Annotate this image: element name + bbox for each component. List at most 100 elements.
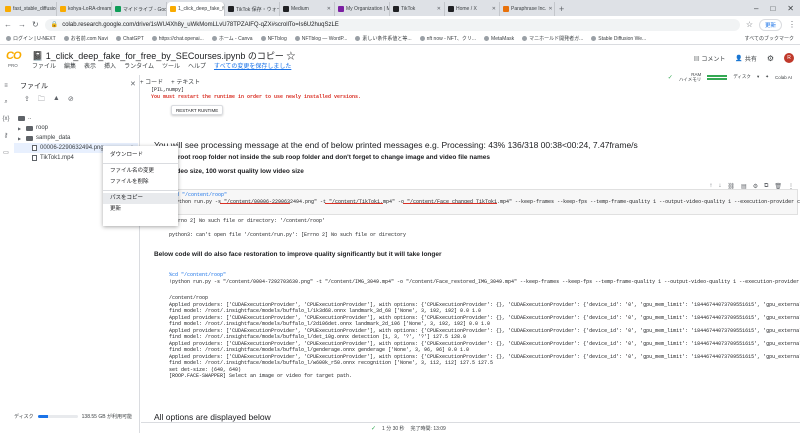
menu-item[interactable]: ランタイム: [124, 61, 154, 70]
key-icon[interactable]: ⚷: [4, 132, 8, 139]
tab-close-icon[interactable]: ✕: [437, 6, 441, 12]
settings-icon[interactable]: ⚙: [753, 183, 758, 190]
browser-tab[interactable]: fast_stable_diffusion✕: [2, 2, 57, 16]
avatar[interactable]: R: [784, 53, 794, 63]
bookmark-item[interactable]: ホーム - Canva: [211, 35, 253, 42]
browser-tab[interactable]: 1_click_deep_fake_fo✕: [167, 2, 225, 16]
reload-icon[interactable]: ↻: [32, 20, 39, 29]
bookmark-item[interactable]: https://chat.openai...: [151, 36, 204, 42]
link-icon[interactable]: ⛓: [727, 183, 735, 190]
new-tab-icon[interactable]: +: [555, 2, 568, 16]
all-bookmarks-folder[interactable]: すべてのブックマーク: [745, 35, 794, 42]
minimize-icon[interactable]: –: [754, 2, 758, 16]
url-input[interactable]: 🔒 colab.research.google.com/drive/1sWU4X…: [44, 18, 740, 31]
bookmark-item[interactable]: マニホールド開発者ガ...: [522, 35, 583, 42]
browser-tab[interactable]: TikTok 保存・ウォーター✕: [225, 2, 280, 16]
menu-item[interactable]: 挿入: [104, 61, 116, 70]
search-icon[interactable]: ⌕: [4, 99, 7, 106]
bookmark-item[interactable]: NFTblog — WordP...: [294, 36, 347, 42]
bookmark-favicon-icon: [211, 36, 217, 41]
variables-icon[interactable]: {x}: [2, 116, 9, 122]
colab-logo[interactable]: CO: [6, 50, 24, 62]
browser-tab[interactable]: Medium ✕: [280, 2, 335, 16]
colab-ai-button[interactable]: Colab AI: [775, 75, 792, 80]
bookmark-item[interactable]: NFTblog: [260, 36, 287, 42]
menu-item-rename[interactable]: ファイル名の変更: [103, 166, 178, 177]
browser-tab[interactable]: kohya-LoRA-dreamb✕: [57, 2, 112, 16]
browser-tab[interactable]: Paraphrase Inc. ✕: [500, 2, 555, 16]
menu-item-download[interactable]: ダウンロード: [103, 150, 178, 161]
markdown-all-options: All options are displayed below: [154, 412, 271, 422]
file-tree-item[interactable]: ▶ sample_data: [14, 133, 138, 143]
bookmark-item[interactable]: Stable Diffusion We...: [591, 36, 646, 42]
browser-update-button[interactable]: 更新: [758, 18, 782, 31]
folder-icon[interactable]: ▭: [3, 149, 9, 156]
comment-icon[interactable]: ▤: [741, 183, 747, 190]
drive-icon[interactable]: ▲: [53, 95, 60, 106]
new-folder-icon[interactable]: 🗀: [38, 95, 45, 106]
menu-item-refresh[interactable]: 更新: [103, 204, 178, 215]
browser-tab[interactable]: My Organization | M✕: [335, 2, 390, 16]
bookmark-item[interactable]: ログイン | U-NEXT: [6, 35, 56, 42]
menu-item-delete[interactable]: ファイルを削除: [103, 177, 178, 188]
code-cell-2[interactable]: %cd "/content/roop" !python run.py -s "/…: [153, 272, 799, 290]
forward-icon[interactable]: →: [18, 20, 26, 29]
bookmark-favicon-icon: [419, 36, 425, 41]
file-tree-item[interactable]: ▶ roop: [14, 123, 138, 133]
close-icon[interactable]: ✕: [130, 80, 136, 88]
bookmark-favicon-icon: [6, 36, 11, 41]
tab-favicon-icon: [338, 6, 344, 12]
code-cell-1[interactable]: %cd "/content/roop" !python run.py -s "/…: [153, 189, 800, 215]
upload-icon[interactable]: ⇪: [24, 95, 30, 106]
kebab-menu-icon[interactable]: ⋮: [788, 20, 796, 29]
menu-item-copy-path[interactable]: パスをコピー: [103, 193, 178, 204]
move-up-icon[interactable]: ↑: [709, 183, 712, 190]
bookmark-favicon-icon: [294, 36, 300, 41]
menu-item[interactable]: 表示: [84, 61, 96, 70]
expand-caret-icon[interactable]: ▶: [18, 136, 23, 141]
browser-tab[interactable]: Home / X ✕: [445, 2, 500, 16]
bookmark-item[interactable]: ChatGPT: [115, 36, 144, 42]
tab-label: TikTok: [401, 6, 416, 12]
more-icon[interactable]: ⋮: [788, 183, 794, 190]
browser-tab[interactable]: TikTok ✕: [390, 2, 445, 16]
add-text-button[interactable]: + テキスト: [171, 77, 200, 86]
toc-icon[interactable]: ≡: [4, 83, 8, 89]
back-icon[interactable]: ←: [4, 20, 12, 29]
bookmark-item[interactable]: 素しい条件系値と等...: [355, 35, 412, 42]
tab-close-icon[interactable]: ✕: [327, 6, 331, 12]
chevron-down-icon[interactable]: ▾: [757, 74, 759, 80]
restart-warning: You must restart the runtime in order to…: [151, 94, 362, 100]
star-icon[interactable]: ☆: [746, 20, 753, 29]
menu-item[interactable]: ツール: [162, 61, 180, 70]
menu-item[interactable]: ヘルプ: [188, 61, 206, 70]
share-button[interactable]: 👤 共有: [735, 54, 757, 63]
save-status-link[interactable]: すべての変更を保存しました: [214, 61, 291, 70]
comment-button[interactable]: ▤ コメント: [694, 54, 726, 63]
runtime-type[interactable]: RAM ハイメモリ: [679, 72, 701, 82]
add-code-button[interactable]: + コード: [140, 77, 163, 86]
bookmark-item[interactable]: MetaMask: [484, 36, 514, 42]
bookmark-item[interactable]: お名前.com Navi: [63, 35, 108, 42]
menu-divider: [103, 190, 178, 191]
move-down-icon[interactable]: ↓: [718, 183, 721, 190]
file-tree-item[interactable]: ..: [14, 113, 138, 123]
tab-close-icon[interactable]: ✕: [548, 6, 552, 12]
browser-tab[interactable]: マイドライブ - Google✕: [112, 2, 167, 16]
tab-close-icon[interactable]: ✕: [492, 6, 496, 12]
gear-icon[interactable]: ⚙: [767, 54, 774, 63]
expand-caret-icon[interactable]: ▶: [18, 126, 23, 131]
bookmark-favicon-icon: [591, 36, 597, 41]
bookmark-item[interactable]: nft now - NFT、クリ...: [419, 35, 476, 42]
mirror-icon[interactable]: ⧉: [764, 183, 768, 190]
resource-bars[interactable]: [707, 74, 728, 80]
close-window-icon[interactable]: ✕: [787, 2, 794, 16]
output-line: [ROOP.FACE-SWAPPER] Select an image or v…: [169, 373, 353, 379]
folder-icon: [26, 135, 33, 141]
delete-icon[interactable]: 🗑: [774, 183, 782, 190]
restart-runtime-button[interactable]: RESTART RUNTIME: [171, 105, 224, 115]
hide-icon[interactable]: ⊘: [68, 95, 74, 106]
menu-item[interactable]: 編集: [64, 61, 76, 70]
menu-item[interactable]: ファイル: [32, 61, 56, 70]
maximize-icon[interactable]: □: [770, 2, 775, 16]
